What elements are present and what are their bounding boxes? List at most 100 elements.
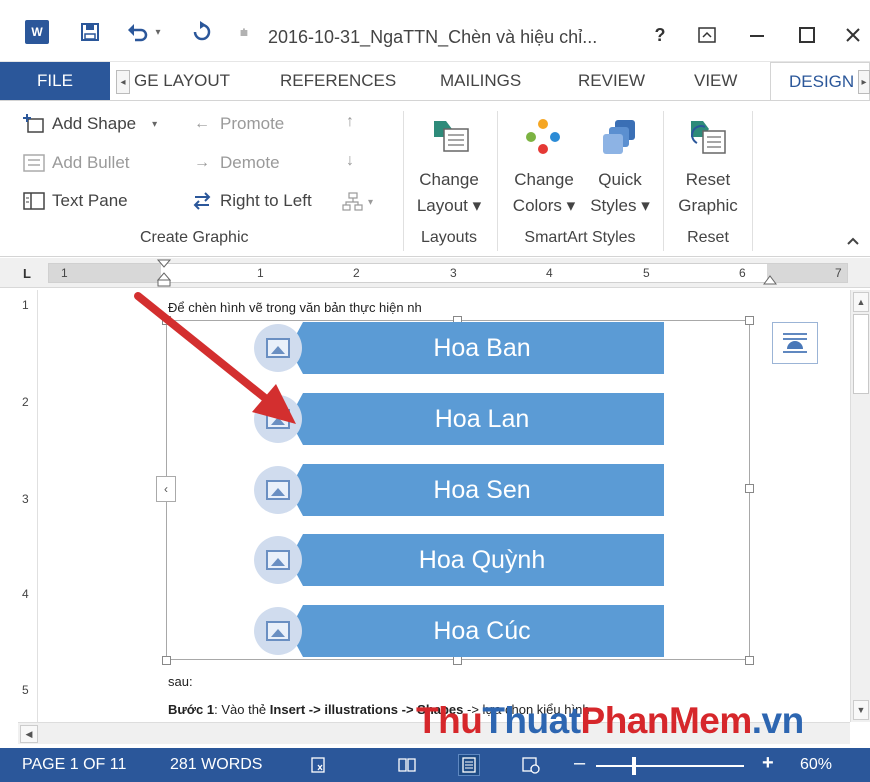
status-bar: PAGE 1 OF 11 281 WORDS – + 60% xyxy=(0,748,870,782)
picture-placeholder[interactable] xyxy=(254,466,302,514)
right-to-left-button[interactable]: Right to Left xyxy=(190,190,312,212)
vruler-number: 5 xyxy=(22,683,29,697)
promote-button[interactable]: ← Promote xyxy=(190,113,284,135)
tab-scroll-right-icon[interactable]: ▸ xyxy=(858,70,870,94)
add-bullet-button[interactable]: Add Bullet xyxy=(22,152,130,174)
vertical-scrollbar[interactable]: ▲ ▼ xyxy=(850,290,870,722)
picture-placeholder[interactable] xyxy=(254,324,302,372)
picture-placeholder[interactable] xyxy=(254,395,302,443)
group-separator xyxy=(752,111,753,251)
move-up-icon[interactable]: ↑ xyxy=(346,113,354,131)
tab-selector-icon[interactable]: L xyxy=(19,265,35,281)
resize-handle[interactable] xyxy=(162,316,171,325)
resize-handle[interactable] xyxy=(745,484,754,493)
horizontal-ruler[interactable]: L 1 1 2 3 4 5 6 7 xyxy=(0,258,870,288)
layouts-group-label: Layouts xyxy=(420,229,478,246)
step-label: Bước 1 xyxy=(168,702,215,717)
word-app-icon[interactable]: W xyxy=(25,20,49,44)
right-indent-marker-icon[interactable] xyxy=(762,268,778,286)
tab-view[interactable]: VIEW xyxy=(694,62,737,100)
scroll-thumb[interactable] xyxy=(853,314,869,394)
demote-label: Demote xyxy=(220,153,280,172)
ribbon-tabs: FILE ◂ GE LAYOUT REFERENCES MAILINGS REV… xyxy=(0,62,870,100)
zoom-slider[interactable] xyxy=(596,765,744,767)
text-pane-label: Text Pane xyxy=(52,191,128,210)
change-layout-label-line2: Layout ▾ xyxy=(416,196,482,215)
zoom-level[interactable]: 60% xyxy=(800,756,832,774)
vruler-number: 3 xyxy=(22,492,29,506)
word-count[interactable]: 281 WORDS xyxy=(170,756,262,774)
tab-scroll-left-icon[interactable]: ◂ xyxy=(116,70,130,94)
undo-dropdown-icon[interactable]: ▾ xyxy=(152,20,164,44)
add-shape-icon xyxy=(22,113,46,135)
tab-mailings[interactable]: MAILINGS xyxy=(440,62,521,100)
picture-placeholder[interactable] xyxy=(254,607,302,655)
tab-file[interactable]: FILE xyxy=(0,62,110,100)
scroll-down-icon[interactable]: ▼ xyxy=(853,700,869,720)
document-paragraph[interactable]: Để chèn hình vẽ trong văn bản thực hiện … xyxy=(168,300,422,315)
expand-text-pane-icon[interactable]: ‹ xyxy=(156,476,176,502)
undo-icon[interactable] xyxy=(126,20,150,44)
add-shape-dropdown-icon[interactable]: ▾ xyxy=(152,119,157,130)
resize-handle[interactable] xyxy=(162,656,171,665)
ruler-number: 1 xyxy=(257,266,264,280)
layout-options-button[interactable] xyxy=(772,322,818,364)
web-layout-icon[interactable] xyxy=(520,754,542,776)
maximize-button[interactable] xyxy=(792,20,822,50)
quick-styles-label-line1: Quick xyxy=(598,170,642,189)
add-shape-label: Add Shape xyxy=(52,114,137,133)
smartart-item-text[interactable]: Hoa Lan xyxy=(289,393,664,445)
zoom-out-button[interactable]: – xyxy=(574,752,585,775)
vruler-number: 4 xyxy=(22,587,29,601)
tab-page-layout[interactable]: GE LAYOUT xyxy=(134,62,230,100)
resize-handle[interactable] xyxy=(745,316,754,325)
change-colors-button[interactable]: Change Colors ▾ xyxy=(506,107,582,219)
tab-design[interactable]: DESIGN xyxy=(770,62,870,100)
smartart-item[interactable]: Hoa Lan xyxy=(254,393,664,445)
demote-button[interactable]: → Demote xyxy=(190,152,280,174)
tab-review[interactable]: REVIEW xyxy=(578,62,645,100)
reset-group-label: Reset xyxy=(687,229,729,246)
layout-org-chart-icon[interactable]: ▾ xyxy=(342,192,373,212)
smartart-item-text[interactable]: Hoa Cúc xyxy=(289,605,664,657)
close-button[interactable] xyxy=(838,20,868,50)
create-graphic-group-label: Create Graphic xyxy=(140,229,249,246)
page-count[interactable]: PAGE 1 OF 11 xyxy=(22,756,126,774)
ribbon-display-options-button[interactable] xyxy=(692,20,722,50)
customize-quick-access-icon[interactable]: ⩧ xyxy=(232,20,256,44)
smartart-item[interactable]: Hoa Sen xyxy=(254,464,664,516)
vertical-ruler[interactable]: 1 2 3 4 5 xyxy=(18,290,38,722)
collapse-ribbon-icon[interactable] xyxy=(846,233,860,249)
minimize-button[interactable] xyxy=(742,20,772,50)
zoom-in-button[interactable]: + xyxy=(762,752,774,775)
picture-placeholder[interactable] xyxy=(254,536,302,584)
reset-graphic-label-line2: Graphic xyxy=(678,196,738,215)
tab-references[interactable]: REFERENCES xyxy=(280,62,396,100)
indent-marker-icon[interactable] xyxy=(156,258,172,288)
smartart-item[interactable]: Hoa Ban xyxy=(254,322,664,374)
resize-handle[interactable] xyxy=(745,656,754,665)
redo-icon[interactable] xyxy=(190,20,214,44)
document-paragraph[interactable]: sau: xyxy=(168,674,193,689)
print-layout-icon[interactable] xyxy=(458,754,480,776)
change-layout-button[interactable]: Change Layout ▾ xyxy=(411,107,487,219)
smartart-item-text[interactable]: Hoa Sen xyxy=(289,464,664,516)
smartart-item-text[interactable]: Hoa Quỳnh xyxy=(289,534,664,586)
move-down-icon[interactable]: ↓ xyxy=(346,152,354,170)
zoom-slider-thumb[interactable] xyxy=(632,757,636,775)
read-mode-icon[interactable] xyxy=(396,754,418,776)
smartart-item[interactable]: Hoa Cúc xyxy=(254,605,664,657)
save-icon[interactable] xyxy=(78,20,102,44)
resize-handle[interactable] xyxy=(453,656,462,665)
title-bar: W ▾ ⩧ 2016-10-31_NgaTTN_Chèn và hiệu chỉ… xyxy=(0,0,870,62)
proofing-icon[interactable] xyxy=(308,754,330,776)
reset-graphic-button[interactable]: Reset Graphic xyxy=(670,107,746,219)
add-shape-button[interactable]: Add Shape ▾ xyxy=(22,113,157,135)
text-pane-button[interactable]: Text Pane xyxy=(22,190,128,212)
smartart-item[interactable]: Hoa Quỳnh xyxy=(254,534,664,586)
quick-styles-button[interactable]: Quick Styles ▾ xyxy=(584,107,656,219)
help-button[interactable]: ? xyxy=(645,20,675,50)
smartart-item-text[interactable]: Hoa Ban xyxy=(289,322,664,374)
scroll-up-icon[interactable]: ▲ xyxy=(853,292,869,312)
scroll-left-icon[interactable]: ◀ xyxy=(20,725,38,743)
